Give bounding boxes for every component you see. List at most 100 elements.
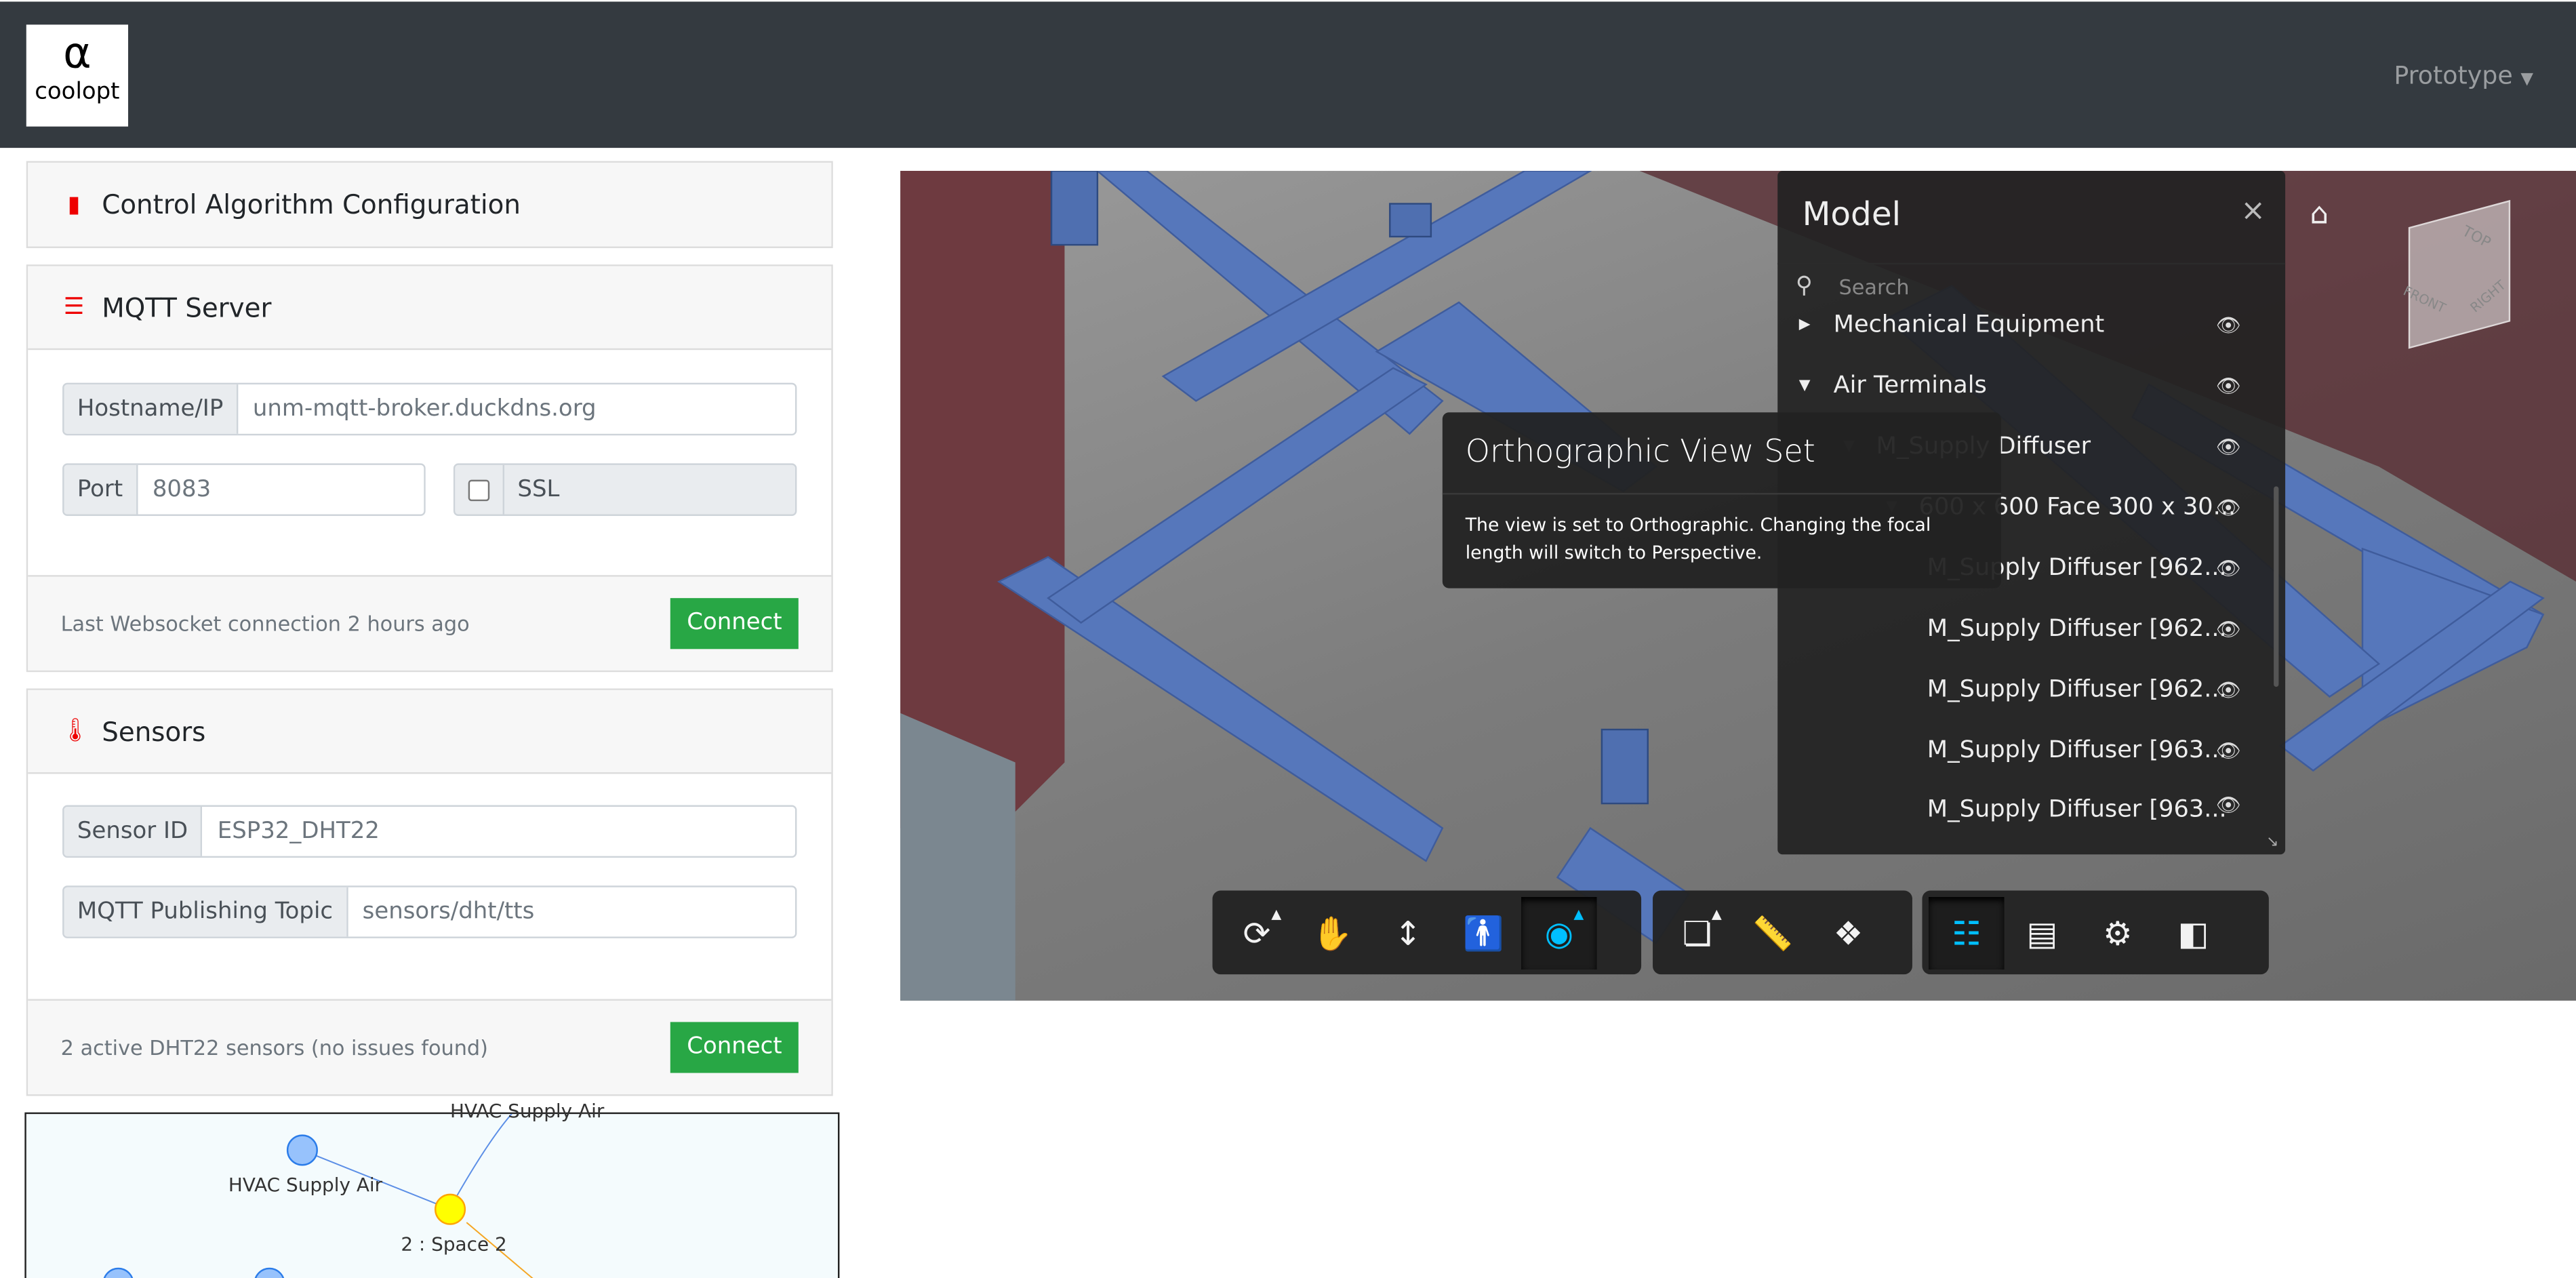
eye-icon[interactable]: 👁 [2216, 678, 2241, 701]
logo[interactable]: α coolopt [26, 24, 129, 127]
server-icon: ☰ [63, 294, 85, 321]
tree-item-label: Air Terminals [1833, 372, 1987, 399]
thermometer-icon: 🌡 [60, 718, 90, 744]
prototype-label: Prototype [2394, 60, 2513, 91]
ssl-checkbox[interactable] [455, 464, 505, 515]
graph-node[interactable] [254, 1267, 285, 1278]
sensors-connect-button[interactable]: Connect [670, 1022, 799, 1073]
network-graph[interactable]: HVAC Supply Air 2 : Space 2 HVAC Supply … [24, 1099, 840, 1278]
eye-icon[interactable]: 👁 [2216, 435, 2241, 458]
eye-icon[interactable]: 👁 [2216, 794, 2241, 817]
topic-input[interactable]: sensors/dht/tts [347, 887, 795, 937]
measure-tool-button[interactable]: 📏 [1735, 896, 1810, 969]
properties-icon: ▤ [2026, 913, 2058, 953]
prototype-dropdown[interactable]: Prototype ▼ [2394, 61, 2533, 91]
close-icon[interactable]: × [2240, 194, 2266, 228]
hostname-input[interactable]: unm-mqtt-broker.duckdns.org [238, 384, 795, 434]
logo-mark-icon: α [63, 29, 92, 79]
topic-group: MQTT Publishing Topic sensors/dht/tts [62, 885, 797, 938]
navigation-toolbar: ⟳ ▲ ✋ ↕ 🚹 ◉ ▲ [1212, 890, 1642, 975]
pan-tool-button[interactable]: ✋ [1295, 896, 1370, 969]
card-title: Sensors [102, 715, 206, 747]
vertical-arrows-icon: ↕ [1394, 913, 1422, 953]
mqtt-status-text: Last Websocket connection 2 hours ago [60, 611, 470, 636]
resize-handle-icon[interactable]: ↘ [2266, 835, 2278, 851]
viewcube[interactable]: TOP FRONT RIGHT [2398, 199, 2523, 349]
person-icon: 🚹 [1463, 913, 1504, 953]
tree-item-label: M_Supply Diffuser [963... [1927, 797, 2227, 824]
sensors-card: 🌡 Sensors Sensor ID ESP32_DHT22 MQTT Publi… [26, 688, 833, 1096]
caret-right-icon: ▶ [1798, 316, 1811, 333]
section-icon: ❏ [1682, 913, 1712, 953]
hostname-label: Hostname/IP [64, 384, 239, 434]
tree-item[interactable]: M_Supply Diffuser [963... 👁 [1777, 719, 2254, 780]
sensor-id-input[interactable]: ESP32_DHT22 [202, 806, 795, 856]
card-title: MQTT Server [102, 292, 272, 323]
tree-item-label: Mechanical Equipment [1833, 311, 2105, 338]
graph-node[interactable] [103, 1267, 134, 1278]
card-title: Control Algorithm Configuration [102, 188, 521, 220]
zoom-tool-button[interactable]: ↕ [1370, 896, 1445, 969]
section-tool-button[interactable]: ❏ ▲ [1659, 896, 1735, 969]
port-input[interactable]: 8083 [138, 464, 424, 515]
scrollbar[interactable] [2274, 486, 2279, 687]
home-icon[interactable]: ⌂ [2310, 197, 2329, 232]
mqtt-connect-button[interactable]: Connect [670, 598, 799, 650]
tree-item[interactable]: M_Supply Diffuser [962... 👁 [1777, 659, 2254, 720]
caret-down-icon: ▼ [2520, 71, 2534, 89]
navbar: α coolopt Prototype ▼ [0, 1, 2576, 148]
eye-icon[interactable]: 👁 [2216, 496, 2241, 519]
graph-node[interactable] [435, 1193, 466, 1225]
graph-edge [456, 1114, 512, 1197]
eye-icon[interactable]: 👁 [2216, 313, 2241, 336]
eye-icon[interactable]: 👁 [2216, 617, 2241, 640]
topic-label: MQTT Publishing Topic [64, 887, 348, 937]
logo-text: coolopt [35, 79, 120, 106]
tree-item[interactable]: ▼ Air Terminals 👁 [1777, 355, 2254, 416]
caret-down-icon: ▼ [1798, 377, 1811, 394]
microchip-icon: ▮ [67, 191, 81, 218]
first-person-button[interactable]: 🚹 [1446, 896, 1521, 969]
orbit-tool-button[interactable]: ⟳ ▲ [1219, 896, 1294, 969]
gear-icon: ⚙ [2103, 913, 2133, 953]
eye-icon[interactable]: 👁 [2216, 374, 2241, 397]
ssl-label: SSL [504, 464, 795, 515]
eye-icon[interactable]: 👁 [2216, 556, 2241, 579]
orthographic-tooltip: Orthographic View Set The view is set to… [1442, 412, 2001, 588]
fullscreen-button[interactable]: ◧ [2156, 896, 2231, 969]
graph-node-label: HVAC Supply Air [228, 1173, 383, 1197]
eye-icon[interactable]: 👁 [2216, 738, 2241, 761]
control-algorithm-card[interactable]: ▮ Control Algorithm Configuration [26, 161, 833, 248]
tree-item[interactable]: M_Supply Diffuser [963... 👁 [1777, 780, 2254, 824]
camera-view-button[interactable]: ◉ ▲ [1521, 896, 1597, 969]
sensor-id-group: Sensor ID ESP32_DHT22 [62, 805, 797, 858]
fullscreen-icon: ◧ [2177, 913, 2209, 953]
settings-toolbar: ☷ ▤ ⚙ ◧ [1922, 890, 2269, 975]
hand-icon: ✋ [1312, 913, 1353, 953]
explode-cube-icon: ❖ [1833, 913, 1864, 953]
settings-button[interactable]: ⚙ [2080, 896, 2155, 969]
port-group: Port 8083 [62, 463, 426, 516]
properties-button[interactable]: ▤ [2005, 896, 2080, 969]
tree-item-label: M_Supply Diffuser [963... [1927, 736, 2227, 763]
graph-node[interactable] [286, 1134, 318, 1166]
tree-item[interactable]: ▶ Mechanical Equipment 👁 [1777, 294, 2254, 355]
model-browser-button[interactable]: ☷ [1929, 896, 2005, 969]
explode-tool-button[interactable]: ❖ [1811, 896, 1886, 969]
tools-toolbar: ❏ ▲ 📏 ❖ [1653, 890, 1912, 975]
graph-node-label: HVAC Supply Air [450, 1099, 605, 1123]
tooltip-body: The view is set to Orthographic. Changin… [1465, 514, 1931, 564]
orbit-icon: ⟳ [1243, 913, 1271, 953]
camera-icon: ◉ [1544, 913, 1574, 953]
tooltip-title: Orthographic View Set [1442, 412, 2001, 495]
hierarchy-icon: ☷ [1952, 913, 1981, 953]
tree-item-label: M_Supply Diffuser [962... [1927, 676, 2227, 703]
tree-item-label: M_Supply Diffuser [962... [1927, 615, 2227, 642]
sensors-status-text: 2 active DHT22 sensors (no issues found) [60, 1035, 488, 1060]
sensor-id-label: Sensor ID [64, 806, 203, 856]
tree-item[interactable]: M_Supply Diffuser [962... 👁 [1777, 598, 2254, 659]
port-label: Port [64, 464, 138, 515]
panel-title: Model [1802, 193, 1901, 234]
graph-node-label: 2 : Space 2 [401, 1232, 507, 1256]
ruler-icon: 📏 [1752, 913, 1794, 953]
